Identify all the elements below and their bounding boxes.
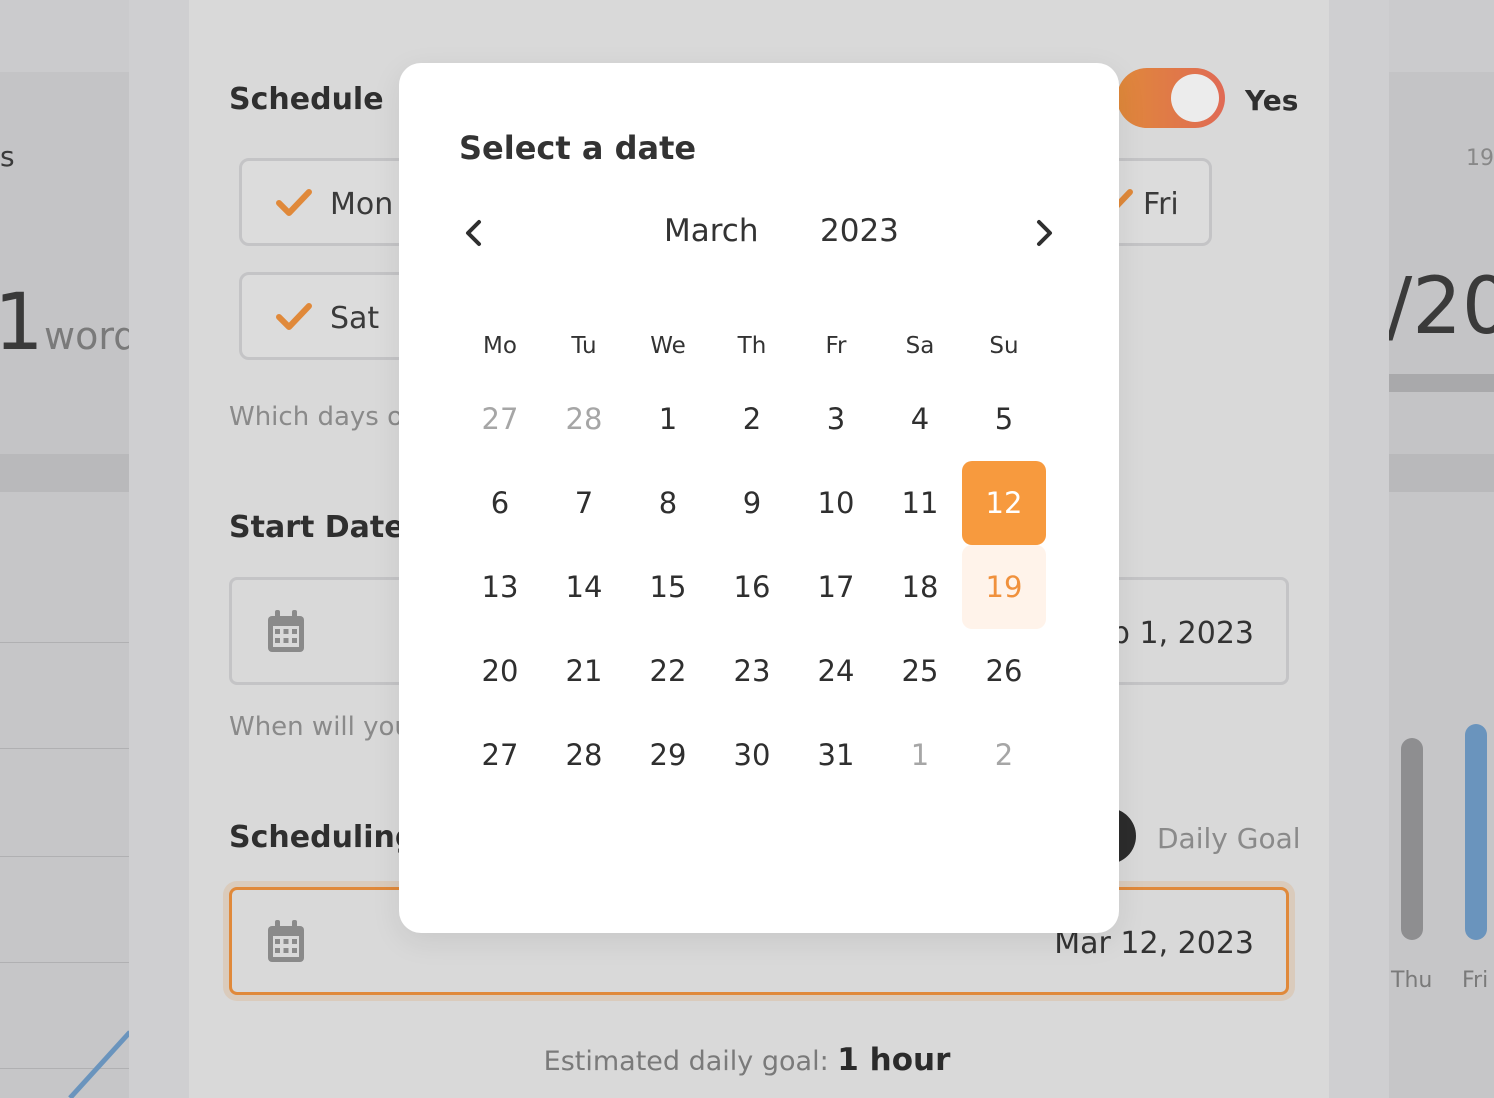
month-select[interactable]: March <box>664 213 759 249</box>
calendar-day[interactable]: 15 <box>626 545 710 629</box>
calendar-day[interactable]: 28 <box>542 713 626 797</box>
right-stat-small: 19 <box>1466 146 1494 171</box>
calendar-day[interactable]: 29 <box>626 713 710 797</box>
start-date-help-text: When will you <box>229 712 411 742</box>
calendar-weeks: 27 28 1 2 3 4 5 6 7 8 9 10 11 12 13 14 15 16 17 18 19 20 21 22 2… <box>458 377 1046 797</box>
schedule-toggle-label: Yes <box>1245 84 1299 117</box>
calendar-day[interactable]: 25 <box>878 629 962 713</box>
calendar-week-row: 27 28 1 2 3 4 5 <box>458 377 1046 461</box>
weekday-label: Su <box>989 333 1019 359</box>
year-select[interactable]: 2023 <box>820 213 899 249</box>
calendar-day[interactable]: 23 <box>710 629 794 713</box>
date-picker-popup: Select a date March 2023 Mo Tu We Th Fr Sa Su … <box>399 63 1119 933</box>
calendar-day[interactable]: 31 <box>794 713 878 797</box>
calendar-grid: Mo Tu We Th Fr Sa Su 27 28 1 2 3 4 5 6 7 8 9 10 11 12 13 14 15… <box>458 321 1046 797</box>
chart-gridline <box>0 962 130 963</box>
chevron-left-icon[interactable] <box>459 213 489 253</box>
check-icon <box>276 303 312 330</box>
scheduling-title: Scheduling <box>229 820 417 855</box>
calendar-week-row: 20 21 22 23 24 25 26 <box>458 629 1046 713</box>
weekday-label: Fr <box>825 333 847 359</box>
calendar-day[interactable]: 27 <box>458 713 542 797</box>
calendar-day[interactable]: 9 <box>710 461 794 545</box>
chart-gridline <box>0 642 130 643</box>
calendar-day[interactable]: 2 <box>962 713 1046 797</box>
chart-gridline <box>0 748 130 749</box>
days-help-text: Which days of <box>229 402 413 432</box>
calendar-day[interactable]: 1 <box>626 377 710 461</box>
calendar-day[interactable]: 5 <box>962 377 1046 461</box>
calendar-day-selected[interactable]: 12 <box>962 461 1046 545</box>
stat-unit: word <box>44 314 138 358</box>
start-date-title: Start Date <box>229 510 405 545</box>
day-chip-label: Mon <box>330 187 394 222</box>
calendar-day[interactable]: 16 <box>710 545 794 629</box>
stat-label-partial: s <box>0 140 15 173</box>
chevron-right-icon[interactable] <box>1029 213 1059 253</box>
calendar-day[interactable]: 27 <box>458 377 542 461</box>
calendar-day[interactable]: 28 <box>542 377 626 461</box>
weekday-header-row: Mo Tu We Th Fr Sa Su <box>458 321 1046 371</box>
calendar-day[interactable]: 10 <box>794 461 878 545</box>
calendar-day[interactable]: 26 <box>962 629 1046 713</box>
weekday-label: Tu <box>571 333 597 359</box>
schedule-title: Schedule <box>229 82 384 117</box>
day-chip-label: Fri <box>1143 187 1179 222</box>
calendar-day[interactable]: 21 <box>542 629 626 713</box>
calendar-week-row: 6 7 8 9 10 11 12 <box>458 461 1046 545</box>
schedule-toggle[interactable] <box>1117 68 1225 128</box>
calendar-day-today[interactable]: 19 <box>962 545 1046 629</box>
right-stat-number: /20 <box>1386 262 1494 352</box>
daily-goal-label: Daily Goal <box>1157 822 1301 855</box>
weekday-label: Sa <box>905 333 935 359</box>
calendar-day[interactable]: 18 <box>878 545 962 629</box>
stat-number: 1 <box>0 278 44 368</box>
calendar-day[interactable]: 13 <box>458 545 542 629</box>
calendar-day[interactable]: 30 <box>710 713 794 797</box>
estimated-prefix: Estimated daily goal: <box>543 1046 838 1077</box>
calendar-day[interactable]: 2 <box>710 377 794 461</box>
date-picker-title: Select a date <box>459 129 697 167</box>
bar-label-thu: Thu <box>1391 968 1433 993</box>
calendar-day[interactable]: 7 <box>542 461 626 545</box>
check-icon <box>276 189 312 216</box>
bar-fri <box>1465 724 1487 940</box>
calendar-week-row: 27 28 29 30 31 1 2 <box>458 713 1046 797</box>
estimated-daily-goal: Estimated daily goal: 1 hour <box>0 1042 1494 1078</box>
calendar-week-row: 13 14 15 16 17 18 19 <box>458 545 1046 629</box>
calendar-day[interactable]: 17 <box>794 545 878 629</box>
bar-thu <box>1401 738 1423 940</box>
chart-gridline <box>0 856 130 857</box>
weekday-label: Th <box>737 333 767 359</box>
calendar-day[interactable]: 4 <box>878 377 962 461</box>
bar-label-fri: Fri <box>1462 968 1489 993</box>
calendar-icon <box>268 610 304 652</box>
calendar-day[interactable]: 20 <box>458 629 542 713</box>
estimated-value: 1 hour <box>837 1042 951 1078</box>
calendar-day[interactable]: 22 <box>626 629 710 713</box>
calendar-icon <box>268 920 304 962</box>
calendar-day[interactable]: 8 <box>626 461 710 545</box>
weekday-label: Mo <box>483 333 517 359</box>
calendar-day[interactable]: 11 <box>878 461 962 545</box>
toggle-knob <box>1171 74 1219 122</box>
calendar-day[interactable]: 24 <box>794 629 878 713</box>
calendar-day[interactable]: 1 <box>878 713 962 797</box>
weekday-label: We <box>650 333 686 359</box>
day-chip-label: Sat <box>330 301 380 336</box>
calendar-day[interactable]: 3 <box>794 377 878 461</box>
calendar-day[interactable]: 14 <box>542 545 626 629</box>
calendar-day[interactable]: 6 <box>458 461 542 545</box>
right-progress-track <box>1386 374 1494 392</box>
